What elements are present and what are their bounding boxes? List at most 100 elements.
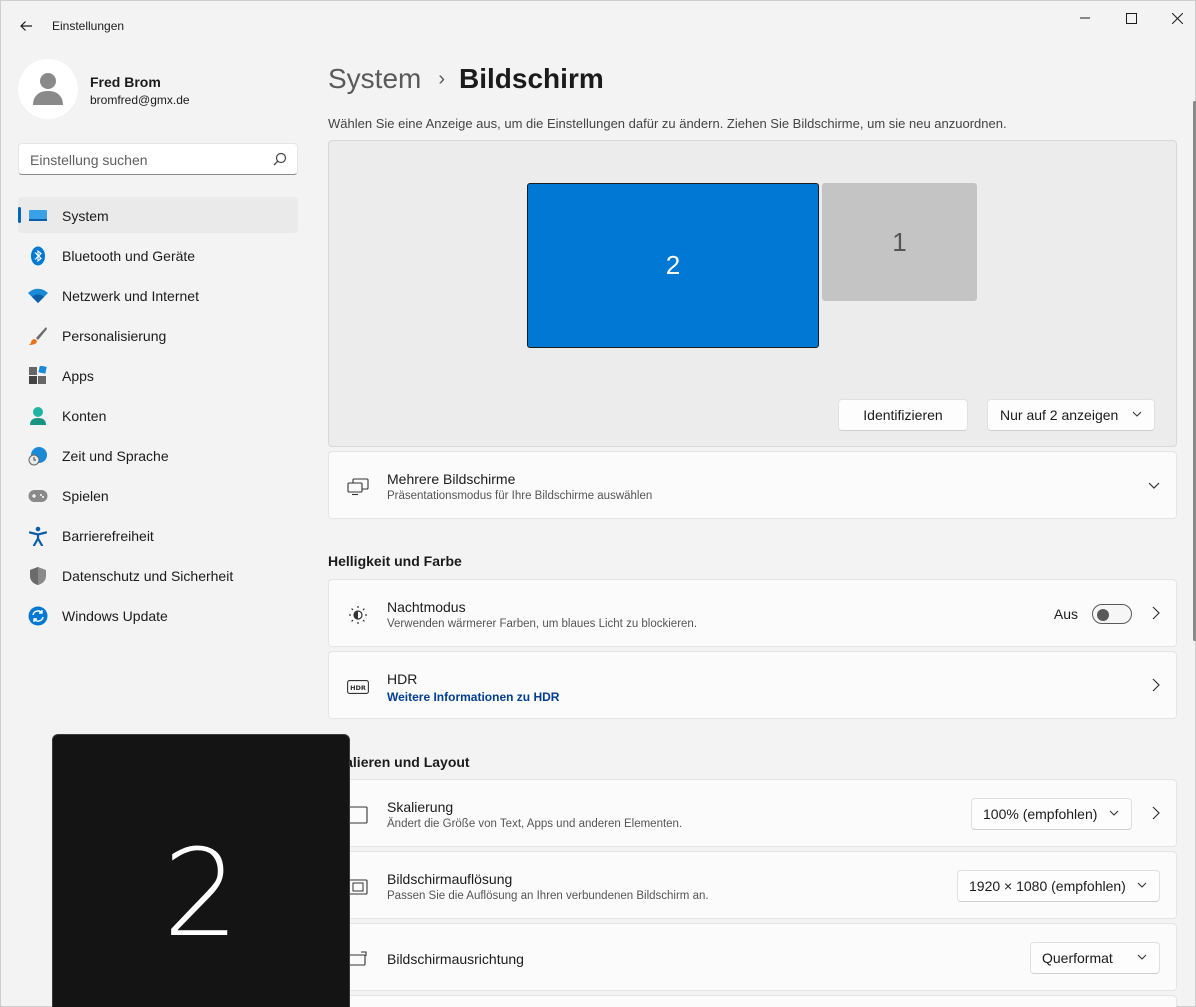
sidebar-item-label: Barrierefreiheit [62,528,154,544]
chevron-down-icon[interactable] [1148,482,1160,490]
intro-text: Wählen Sie eine Anzeige aus, um die Eins… [328,116,1007,131]
user-profile[interactable]: Fred Brom bromfred@gmx.de [18,59,298,119]
orientation-card: Bildschirmausrichtung Querformat [328,923,1177,991]
sidebar-item-bluetooth[interactable]: Bluetooth und Geräte [18,237,298,273]
night-mode-toggle[interactable] [1092,604,1132,624]
bluetooth-icon [28,246,48,266]
back-button[interactable] [13,13,39,39]
account-icon [28,406,48,426]
hdr-icon: HDR [347,676,369,698]
sidebar-item-label: Personalisierung [62,328,167,344]
identify-button[interactable]: Identifizieren [838,399,968,431]
wifi-icon [28,286,48,306]
display-arrangement: 2 1 Identifizieren Nur auf 2 anzeigen [328,140,1177,447]
chevron-right-icon[interactable] [1152,606,1160,620]
card-title: Bildschirmauflösung [387,871,513,887]
search-icon [273,152,287,166]
sidebar-item-privacy[interactable]: Datenschutz und Sicherheit [18,557,298,593]
next-setting-card [328,995,1177,1007]
resolution-card: Bildschirmauflösung Passen Sie die Auflö… [328,851,1177,919]
rotate-screen-icon [347,948,369,970]
monitor-1[interactable]: 1 [822,183,977,301]
title-bar: Einstellungen [1,1,1195,49]
chevron-down-icon [1132,411,1142,417]
identify-number: 2 [162,825,240,964]
chevron-right-icon[interactable] [1152,806,1160,820]
card-subtitle: Ändert die Größe von Text, Apps und ande… [387,818,683,830]
sidebar-item-windows-update[interactable]: Windows Update [18,597,298,633]
profile-email: bromfred@gmx.de [90,93,190,107]
chevron-down-icon [1109,810,1119,816]
multiple-displays-card[interactable]: Mehrere Bildschirme Präsentationsmodus f… [328,451,1177,519]
gamepad-icon [28,486,48,506]
sidebar-item-label: Windows Update [62,608,168,624]
arrow-left-icon [20,21,32,31]
sidebar-item-label: Netzwerk und Internet [62,288,199,304]
chevron-down-icon [1137,954,1147,960]
sidebar-item-system[interactable]: System [18,197,298,233]
sidebar-item-label: Datenschutz und Sicherheit [62,568,234,584]
night-mode-card[interactable]: Nachtmodus Verwenden wärmerer Farben, um… [328,579,1177,647]
maximize-button[interactable] [1108,5,1154,31]
card-title: Skalierung [387,799,454,815]
scaling-card[interactable]: Skalierung Ändert die Größe von Text, Ap… [328,779,1177,847]
search-input[interactable]: Einstellung suchen [18,143,298,175]
card-title: Nachtmodus [387,599,466,615]
close-button[interactable] [1154,5,1196,31]
scale-icon [347,804,369,826]
night-mode-toggle-group: Aus [1054,604,1132,624]
chevron-right-icon[interactable] [1152,678,1160,692]
profile-name: Fred Brom [90,74,161,90]
breadcrumb-separator: › [438,67,446,90]
display-mode-dropdown[interactable]: Nur auf 2 anzeigen [987,399,1155,431]
scaling-value: 100% (empfohlen) [983,806,1098,822]
person-icon [33,73,63,105]
monitor-2[interactable]: 2 [527,183,819,348]
breadcrumb: System › Bildschirm [328,59,604,99]
sun-icon [347,604,369,626]
search-placeholder: Einstellung suchen [30,152,148,168]
apps-icon [28,366,48,386]
minimize-button[interactable] [1062,5,1108,31]
sidebar-item-accessibility[interactable]: Barrierefreiheit [18,517,298,553]
chevron-down-icon [1137,882,1147,888]
sidebar-item-label: System [62,208,109,224]
brush-icon [28,326,48,346]
orientation-value: Querformat [1042,950,1113,966]
sidebar-item-personalization[interactable]: Personalisierung [18,317,298,353]
identify-monitor-overlay: 2 [52,734,350,1007]
close-icon [1171,12,1183,24]
card-title: Mehrere Bildschirme [387,471,516,487]
sidebar-item-gaming[interactable]: Spielen [18,477,298,513]
toggle-knob [1097,609,1109,621]
sidebar-item-network[interactable]: Netzwerk und Internet [18,277,298,313]
hdr-card[interactable]: HDR HDR Weitere Informationen zu HDR [328,651,1177,719]
card-subtitle: Verwenden wärmerer Farben, um blaues Lic… [387,618,698,630]
page-title: Bildschirm [459,63,604,94]
monitor-icon [28,206,48,226]
card-title: Bildschirmausrichtung [387,951,524,967]
settings-window: Einstellungen Fred Brom bromfred@gmx.de … [0,0,1196,1007]
minimize-icon [1080,17,1090,19]
sidebar-item-label: Spielen [62,488,109,504]
resolution-dropdown[interactable]: 1920 × 1080 (empfohlen) [957,870,1160,902]
breadcrumb-parent[interactable]: System [328,63,421,95]
hdr-info-link[interactable]: Weitere Informationen zu HDR [387,690,559,704]
accessibility-icon [28,526,48,546]
sidebar-item-accounts[interactable]: Konten [18,397,298,433]
card-subtitle: Präsentationsmodus für Ihre Bildschirme … [387,490,653,502]
scaling-dropdown[interactable]: 100% (empfohlen) [971,798,1132,830]
multiple-displays-icon [347,476,369,498]
section-brightness-heading: Helligkeit und Farbe [328,553,462,569]
sidebar-item-time-language[interactable]: Zeit und Sprache [18,437,298,473]
sidebar-item-label: Bluetooth und Geräte [62,248,196,264]
update-icon [28,606,48,626]
avatar [18,59,78,119]
sidebar-nav: System Bluetooth und Geräte Netzwerk und… [18,197,298,637]
maximize-icon [1125,12,1137,24]
sidebar-item-label: Apps [62,368,94,384]
display-mode-value: Nur auf 2 anzeigen [1000,407,1119,423]
sidebar-item-label: Konten [62,408,107,424]
orientation-dropdown[interactable]: Querformat [1030,942,1160,974]
sidebar-item-apps[interactable]: Apps [18,357,298,393]
